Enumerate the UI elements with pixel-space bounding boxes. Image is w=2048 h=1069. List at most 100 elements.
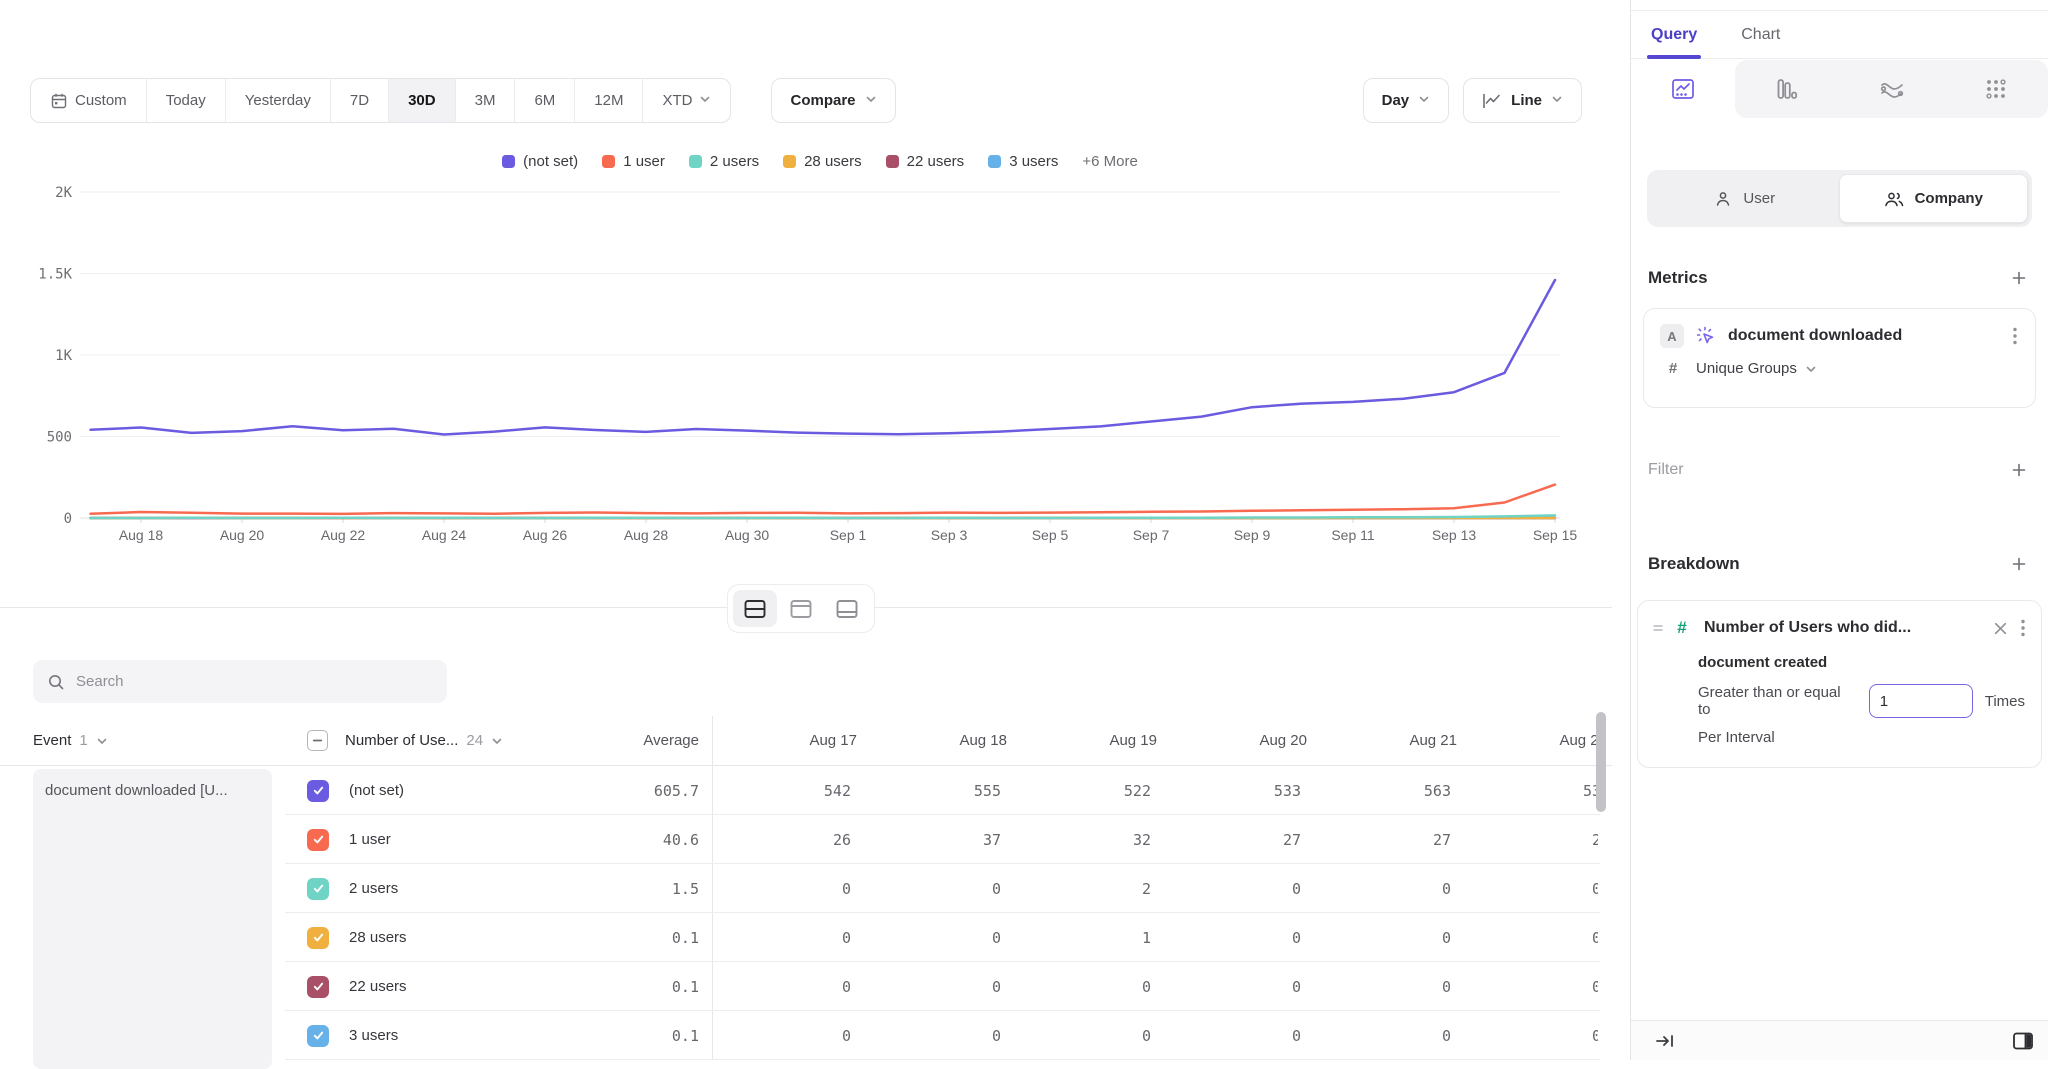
cell-value: 0 [1163, 929, 1313, 947]
chart-type-line-button[interactable] [1631, 60, 1735, 118]
legend-label: 22 users [907, 153, 965, 170]
svg-text:Sep 11: Sep 11 [1331, 527, 1375, 543]
metric-event-name[interactable]: document downloaded [1728, 327, 1999, 345]
tab-chart[interactable]: Chart [1739, 11, 1782, 58]
series-checkbox[interactable] [307, 780, 329, 802]
range-6m[interactable]: 6M [514, 79, 574, 122]
layout-chart-only-button[interactable] [779, 590, 823, 627]
chart-only-icon [789, 599, 813, 619]
average-value: 605.7 [560, 782, 699, 800]
svg-text:Aug 30: Aug 30 [725, 527, 770, 543]
series-checkbox[interactable] [307, 976, 329, 998]
breakdown-card-title[interactable]: Number of Users who did... [1704, 619, 1982, 637]
svg-text:Aug 28: Aug 28 [624, 527, 669, 543]
select-all-checkbox[interactable] [307, 730, 328, 751]
panel-layout-button[interactable] [2012, 1031, 2034, 1051]
average-value: 0.1 [560, 929, 699, 947]
cell-value: 0 [1163, 978, 1313, 996]
series-label: (not set) [345, 782, 560, 799]
add-metric-button[interactable] [2007, 266, 2031, 290]
remove-breakdown-button[interactable] [1990, 618, 2011, 639]
indeterminate-icon [312, 735, 323, 746]
tab-query[interactable]: Query [1649, 11, 1699, 58]
collapse-panel-button[interactable] [1655, 1033, 1675, 1049]
table-scrollbar-thumb[interactable] [1596, 712, 1606, 812]
series-checkbox[interactable] [307, 927, 329, 949]
legend-item[interactable]: 2 users [689, 153, 759, 170]
date-column-header: Aug 22 [1463, 732, 1598, 749]
metric-card[interactable]: A document downloaded # Unique Groups [1643, 308, 2036, 408]
measure-selector[interactable]: Unique Groups [1696, 360, 1817, 377]
date-column-header: Aug 21 [1313, 732, 1463, 749]
series-checkbox[interactable] [307, 878, 329, 900]
range-today[interactable]: Today [146, 79, 225, 122]
layout-split-button[interactable] [733, 590, 777, 627]
svg-text:Sep 13: Sep 13 [1432, 527, 1477, 543]
metric-menu-button[interactable] [2011, 325, 2019, 347]
legend-swatch [602, 155, 615, 168]
query-panel: Query Chart User Company Metrics [1630, 0, 2048, 1060]
date-columns-header: Aug 17Aug 18Aug 19Aug 20Aug 21Aug 22 [712, 716, 1598, 765]
chart-type-picker [1631, 60, 2048, 118]
company-icon [1884, 190, 1904, 208]
legend-item[interactable]: 3 users [988, 153, 1058, 170]
average-value: 1.5 [560, 880, 699, 898]
legend-item[interactable]: 28 users [783, 153, 862, 170]
chart-type-grid-button[interactable] [1944, 60, 2048, 118]
range-custom[interactable]: Custom [31, 79, 146, 122]
condition-value-input[interactable] [1869, 684, 1973, 718]
legend-item[interactable]: (not set) [502, 153, 578, 170]
legend-more[interactable]: +6 More [1082, 153, 1137, 170]
range-12m[interactable]: 12M [574, 79, 642, 122]
kebab-icon [2021, 619, 2025, 637]
cell-value: 0 [1163, 880, 1313, 898]
plus-icon [2011, 556, 2027, 572]
cell-value: 0 [1163, 1027, 1313, 1045]
drag-handle-icon[interactable] [1652, 622, 1664, 634]
series-checkbox[interactable] [307, 1025, 329, 1047]
cell-value: 0 [863, 880, 1013, 898]
cell-value: 542 [713, 782, 863, 800]
range-3m[interactable]: 3M [455, 79, 515, 122]
chart-type-bar-button[interactable] [1735, 60, 1839, 118]
cell-value: 53 [1463, 782, 1598, 800]
date-column-header: Aug 17 [713, 732, 863, 749]
scope-company-button[interactable]: Company [1839, 174, 2029, 223]
range-7d[interactable]: 7D [330, 79, 388, 122]
chart-type-button[interactable]: Line [1463, 78, 1582, 123]
user-icon [1714, 190, 1732, 208]
per-interval-label[interactable]: Per Interval [1698, 729, 2027, 746]
range-label: Custom [75, 92, 127, 109]
cell-value: 26 [713, 831, 863, 849]
scope-user-button[interactable]: User [1651, 174, 1839, 223]
layout-table-only-button[interactable] [825, 590, 869, 627]
range-30d[interactable]: 30D [388, 79, 455, 122]
group-column-header[interactable]: Number of Use... 24 [345, 732, 560, 749]
series-checkbox[interactable] [307, 829, 329, 851]
add-breakdown-button[interactable] [2007, 552, 2031, 576]
range-label: 3M [475, 92, 496, 109]
cell-value: 555 [863, 782, 1013, 800]
interval-button[interactable]: Day [1363, 78, 1450, 123]
event-count: 1 [79, 732, 87, 749]
cell-value: 0 [1463, 1027, 1598, 1045]
range-yesterday[interactable]: Yesterday [225, 79, 330, 122]
legend-item[interactable]: 22 users [886, 153, 965, 170]
event-column-header[interactable]: Event 1 [0, 732, 305, 749]
event-group-cell[interactable]: document downloaded [U... [33, 769, 272, 1069]
legend-item[interactable]: 1 user [602, 153, 665, 170]
add-filter-button[interactable] [2007, 458, 2031, 482]
cell-value: 0 [1313, 1027, 1463, 1045]
compare-button[interactable]: Compare [771, 78, 895, 123]
chart-type-flow-button[interactable] [1840, 60, 1944, 118]
calendar-icon [50, 92, 68, 110]
search-input[interactable] [76, 673, 433, 690]
svg-text:0: 0 [64, 511, 72, 527]
metrics-section-header: Metrics [1648, 266, 2031, 290]
layout-toggle [727, 584, 875, 633]
breakdown-event-name[interactable]: document created [1698, 654, 2027, 671]
range-xtd[interactable]: XTD [642, 79, 730, 122]
main-area: Custom TodayYesterday7D30D 3M 6M12MXTD Comp… [0, 0, 1630, 1060]
chevron-down-icon [699, 92, 711, 109]
breakdown-menu-button[interactable] [2019, 617, 2027, 639]
